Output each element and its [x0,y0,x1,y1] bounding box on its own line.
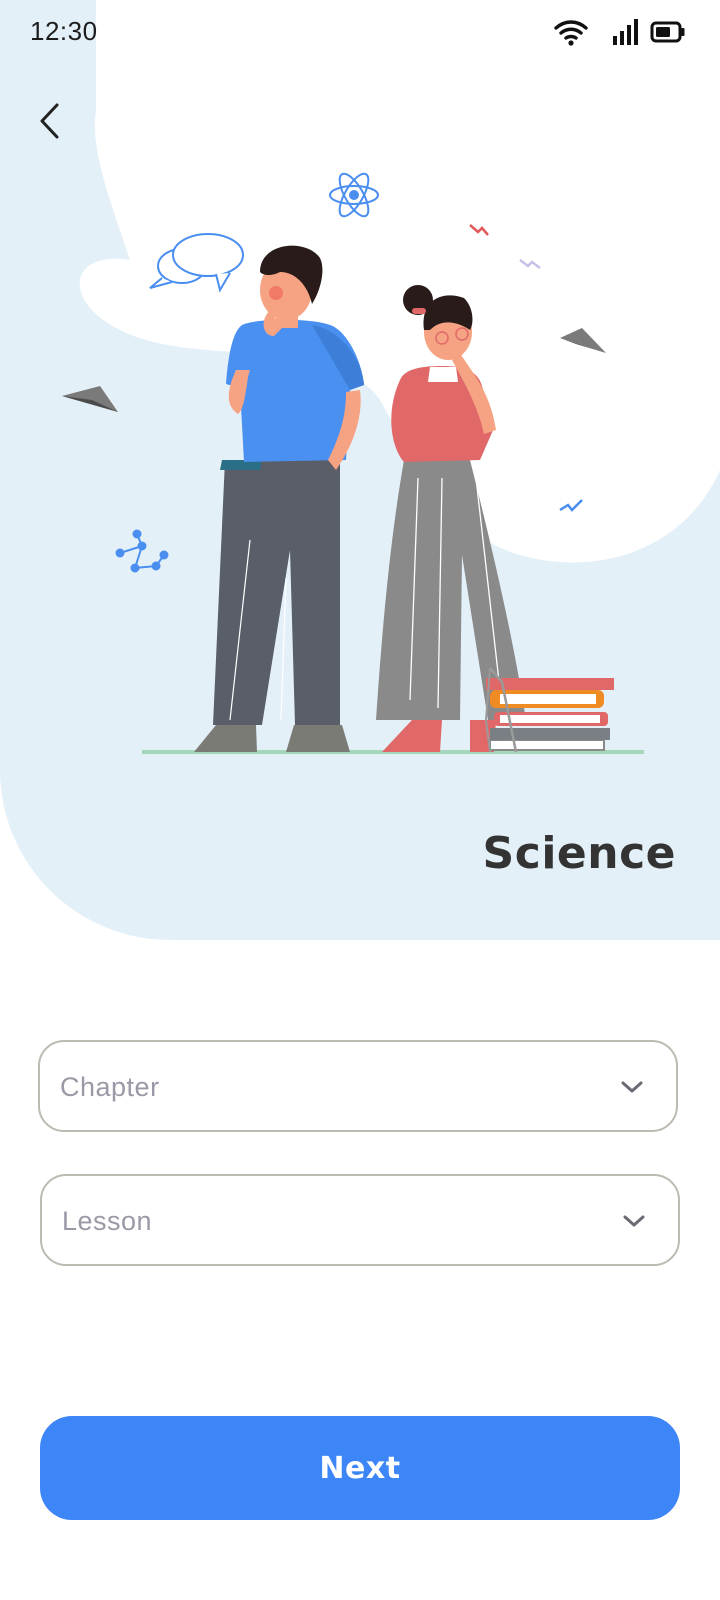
paper-plane-icon [560,328,606,353]
zigzag-decoration [469,224,489,236]
paper-plane-icon [62,386,118,412]
speech-bubbles-icon [149,233,244,293]
atom-icon [329,172,379,218]
wifi-icon [554,20,588,46]
zigzag-decoration [559,499,583,512]
zigzag-decoration [519,259,541,269]
molecule-icon [115,529,169,573]
man-figure [194,245,364,752]
lesson-dropdown[interactable]: Lesson [40,1174,680,1266]
chevron-left-icon [40,103,59,139]
hero-section: 12:30 Science [0,0,720,940]
students-illustration [62,172,644,754]
status-bar: 12:30 [0,0,720,64]
status-time: 12:30 [30,16,98,46]
next-button-label: Next [319,1450,401,1486]
chevron-down-icon [623,1215,645,1227]
chapter-dropdown[interactable]: Chapter [38,1040,678,1132]
back-button[interactable] [30,96,74,146]
chapter-placeholder: Chapter [60,1072,160,1102]
subject-title: Science [482,828,676,879]
chevron-down-icon [621,1081,643,1093]
battery-icon [650,21,685,43]
next-button[interactable]: Next [40,1416,680,1520]
signal-icon [613,19,638,45]
lesson-placeholder: Lesson [62,1206,153,1236]
